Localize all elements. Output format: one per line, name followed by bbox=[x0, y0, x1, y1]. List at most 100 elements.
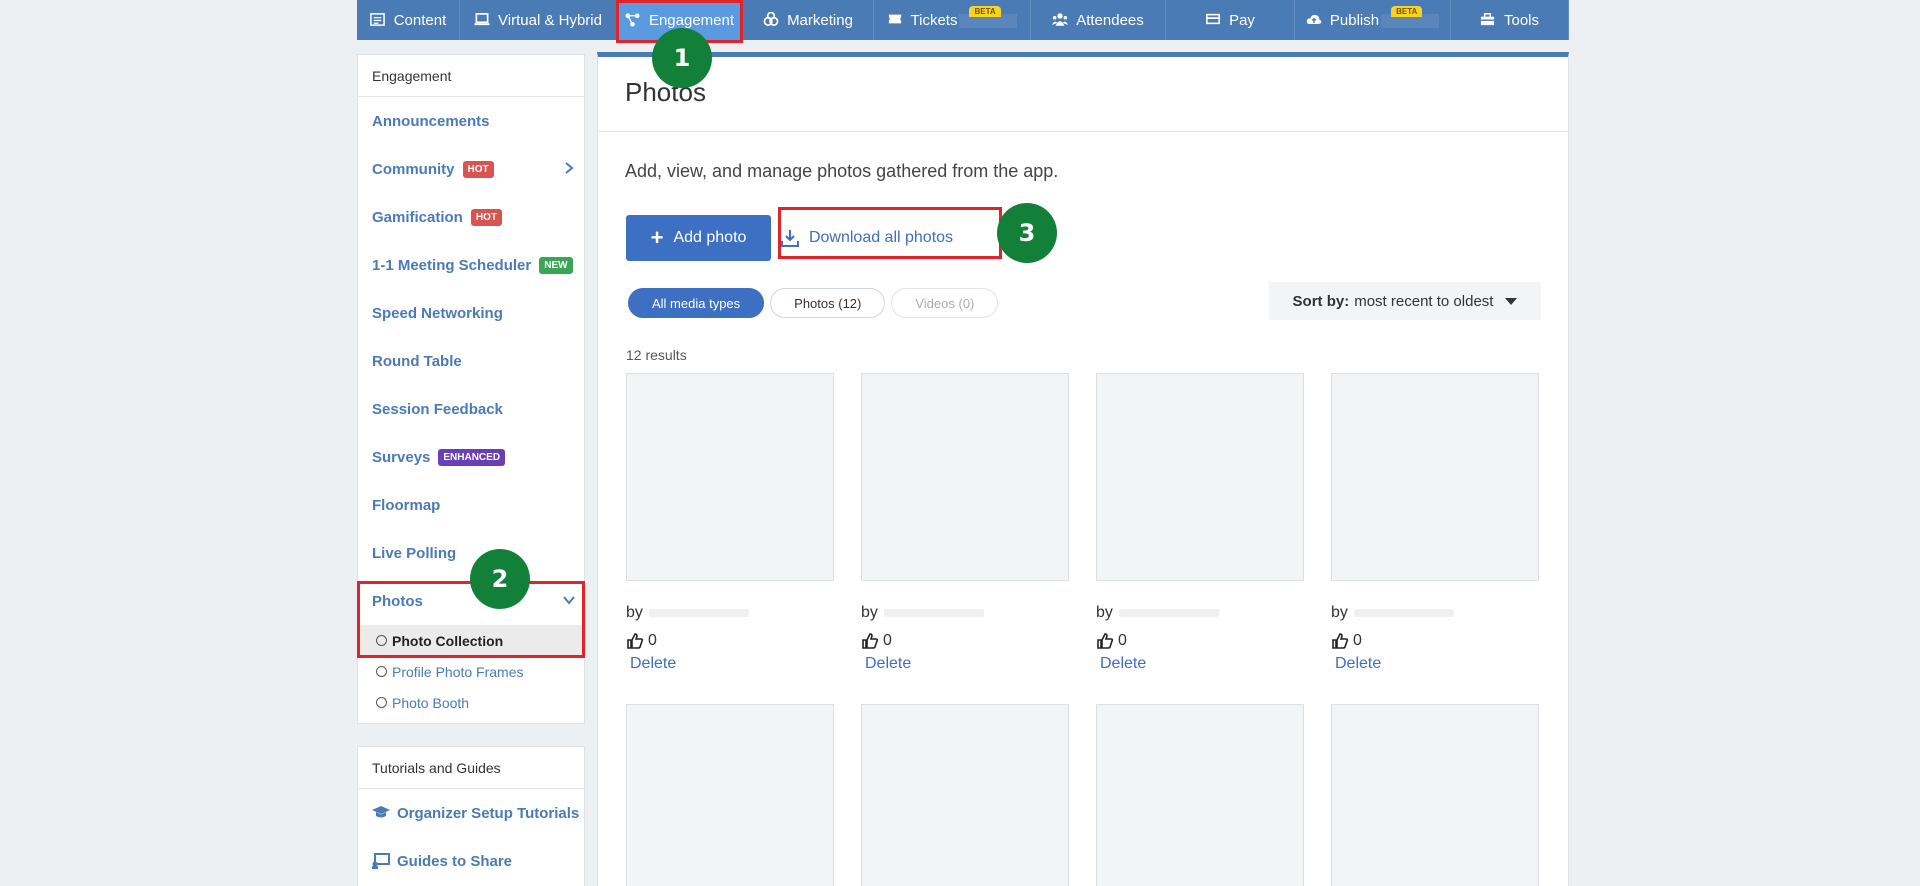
photo-thumbnail[interactable] bbox=[861, 373, 1069, 581]
sidebar-item-round-table[interactable]: Round Table bbox=[358, 337, 584, 385]
filter-pill[interactable]: All media types bbox=[628, 288, 765, 318]
nav-tab-attendees[interactable]: Attendees bbox=[1031, 0, 1166, 40]
likes-row[interactable]: 0 bbox=[1331, 629, 1539, 653]
sidebar-item-1-1-meeting-scheduler[interactable]: 1-1 Meeting Scheduler NEW bbox=[358, 241, 584, 289]
sidebar-item-speed-networking[interactable]: Speed Networking bbox=[358, 289, 584, 337]
redacted-author bbox=[1118, 609, 1219, 617]
nav-tab-label: Attendees bbox=[1076, 11, 1144, 29]
thumbs-up-icon[interactable] bbox=[1096, 632, 1114, 650]
nav-tab-label: Virtual & Hybrid bbox=[498, 11, 602, 29]
subitem-photo-collection[interactable]: Photo Collection bbox=[358, 625, 584, 656]
card-icon bbox=[1205, 12, 1221, 28]
sort-value: most recent to oldest bbox=[1354, 292, 1494, 310]
author-row: by bbox=[626, 603, 834, 623]
subitem-label: Photo Booth bbox=[392, 694, 470, 711]
thumbs-up-icon[interactable] bbox=[626, 632, 644, 650]
photo-thumbnail[interactable] bbox=[626, 373, 834, 581]
sidebar-item-label: Floormap bbox=[372, 496, 441, 514]
sidebar-item-label: Announcements bbox=[372, 112, 490, 130]
likes-count: 0 bbox=[1118, 632, 1127, 649]
nav-tab-label: Pay bbox=[1229, 11, 1255, 29]
likes-row[interactable]: 0 bbox=[626, 629, 834, 653]
nav-tab-tickets[interactable]: Tickets BETA bbox=[874, 0, 1031, 40]
nav-tab-label: Engagement bbox=[648, 11, 735, 29]
circle-icon bbox=[376, 697, 387, 708]
sidebar-item-label: Photos bbox=[372, 592, 423, 610]
sidebar-item-announcements[interactable]: Announcements bbox=[358, 97, 584, 145]
nav-tab-label: Tools bbox=[1503, 11, 1540, 29]
caret-down-icon bbox=[1505, 297, 1518, 305]
tutorial-item-setup[interactable]: Organizer Setup Tutorials bbox=[358, 789, 584, 837]
author-row: by bbox=[861, 603, 1069, 623]
plus-icon: + bbox=[650, 225, 664, 250]
delete-link[interactable]: Delete bbox=[630, 655, 834, 673]
step-marker-1: 1 bbox=[652, 28, 712, 88]
photo-thumbnail[interactable] bbox=[1096, 373, 1304, 581]
chevron-down-icon[interactable] bbox=[562, 593, 576, 607]
photo-thumbnail[interactable] bbox=[1331, 373, 1539, 581]
sidebar-engagement: Engagement Announcements Community HOT Gami… bbox=[357, 54, 585, 724]
filter-pill[interactable]: Photos (12) bbox=[770, 288, 886, 318]
beta-badge: BETA bbox=[969, 6, 1001, 17]
nav-tab-pay[interactable]: Pay bbox=[1166, 0, 1295, 40]
download-all-photos-button[interactable]: Download all photos bbox=[778, 215, 956, 261]
sort-label: Sort by: bbox=[1292, 292, 1350, 310]
top-nav: Content Virtual & Hybrid Engagement Marketi… bbox=[357, 0, 1569, 40]
likes-row[interactable]: 0 bbox=[861, 629, 1069, 653]
redacted-author bbox=[648, 609, 749, 617]
step-marker-3: 3 bbox=[997, 203, 1057, 263]
photo-meta: by 0 Delete bbox=[861, 603, 1069, 673]
likes-row[interactable]: 0 bbox=[1096, 629, 1304, 653]
sidebar-item-gamification[interactable]: Gamification HOT bbox=[358, 193, 584, 241]
by-label: by bbox=[1096, 604, 1113, 621]
subitem-label: Photo Collection bbox=[392, 632, 504, 649]
sidebar-item-community[interactable]: Community HOT bbox=[358, 145, 584, 193]
delete-link[interactable]: Delete bbox=[1335, 655, 1539, 673]
nav-tab-marketing[interactable]: Marketing bbox=[743, 0, 874, 40]
photo-thumbnail[interactable] bbox=[1331, 704, 1539, 886]
delete-link[interactable]: Delete bbox=[1100, 655, 1304, 673]
sidebar-item-label: Speed Networking bbox=[372, 304, 503, 322]
hot-badge: HOT bbox=[462, 160, 494, 178]
nav-tab-publish[interactable]: Publish BETA bbox=[1295, 0, 1451, 40]
nav-tab-tools[interactable]: Tools bbox=[1451, 0, 1569, 40]
marketing-icon bbox=[763, 12, 779, 28]
hot-badge: HOT bbox=[470, 208, 502, 226]
sidebar-item-label: Round Table bbox=[372, 352, 462, 370]
cloud-upload-icon bbox=[1306, 12, 1322, 28]
ticket-icon bbox=[887, 12, 903, 28]
by-label: by bbox=[1331, 604, 1348, 621]
media-filters: All media types Photos (12) Videos (0) bbox=[628, 288, 999, 318]
chevron-right-icon[interactable] bbox=[562, 161, 576, 175]
subitem-photo-booth[interactable]: Photo Booth bbox=[358, 687, 584, 718]
thumbs-up-icon[interactable] bbox=[1331, 632, 1349, 650]
engagement-icon bbox=[625, 12, 641, 28]
nav-tab-label: Content bbox=[393, 11, 447, 29]
sidebar-item-session-feedback[interactable]: Session Feedback bbox=[358, 385, 584, 433]
sidebar-item-label: Gamification bbox=[372, 208, 463, 226]
redacted-author bbox=[883, 609, 984, 617]
nav-tab-label: Publish bbox=[1329, 11, 1380, 29]
filter-pill: Videos (0) bbox=[891, 288, 999, 318]
nav-tab-virtual-hybrid[interactable]: Virtual & Hybrid bbox=[460, 0, 617, 40]
tutorial-label: Organizer Setup Tutorials bbox=[397, 804, 580, 822]
nav-tab-content[interactable]: Content bbox=[357, 0, 460, 40]
photo-thumbnail[interactable] bbox=[1096, 704, 1304, 886]
add-photo-button[interactable]: + Add photo bbox=[626, 215, 771, 261]
tutorial-item-guides[interactable]: Guides to Share bbox=[358, 837, 584, 885]
author-row: by bbox=[1331, 603, 1539, 623]
author-row: by bbox=[1096, 603, 1304, 623]
circle-icon bbox=[376, 635, 387, 646]
nav-tab-label: Tickets bbox=[910, 11, 958, 29]
thumbs-up-icon[interactable] bbox=[861, 632, 879, 650]
likes-count: 0 bbox=[1353, 632, 1362, 649]
photo-thumbnail[interactable] bbox=[861, 704, 1069, 886]
delete-link[interactable]: Delete bbox=[865, 655, 1069, 673]
sort-dropdown[interactable]: Sort by: most recent to oldest bbox=[1269, 282, 1541, 320]
subitem-profile-photo-frames[interactable]: Profile Photo Frames bbox=[358, 656, 584, 687]
photo-thumbnail[interactable] bbox=[626, 704, 834, 886]
likes-count: 0 bbox=[648, 632, 657, 649]
nav-tab-label: Marketing bbox=[787, 11, 853, 29]
sidebar-item-floormap[interactable]: Floormap bbox=[358, 481, 584, 529]
sidebar-item-surveys[interactable]: Surveys ENHANCED bbox=[358, 433, 584, 481]
